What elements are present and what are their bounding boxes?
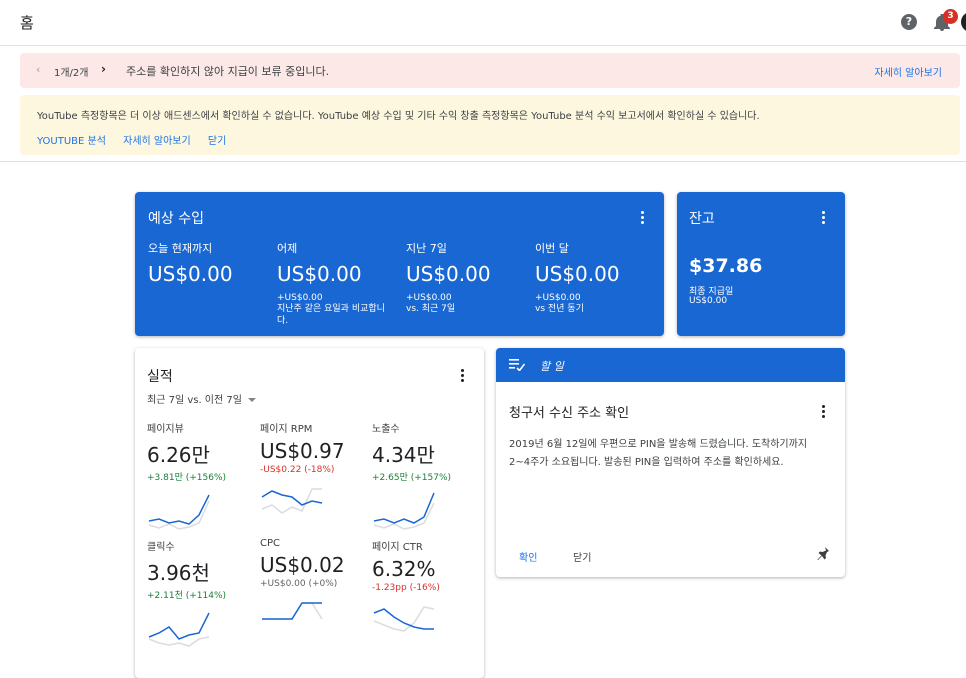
estimated-earnings-card: 예상 수입 오늘 현재까지 US$0.00 어제 US$0.00 +US$0.0… bbox=[135, 192, 664, 336]
youtube-learn-more-link[interactable]: 자세히 알아보기 bbox=[123, 136, 191, 147]
performance-more-icon[interactable] bbox=[461, 369, 465, 383]
todo-close-button[interactable]: 닫기 bbox=[573, 549, 591, 564]
youtube-alert-message: YouTube 측정항목은 더 이상 애드센스에서 확인하실 수 없습니다. Y… bbox=[37, 111, 760, 122]
pageviews-sparkline bbox=[148, 494, 210, 530]
todo-card: 할 일 청구서 수신 주소 확인 2019년 6월 12일에 우편으로 PIN을… bbox=[496, 348, 845, 577]
youtube-analytics-link[interactable]: YOUTUBE 분석 bbox=[37, 136, 106, 147]
metric-impressions[interactable]: 노출수 4.34만 +2.65만 (+157%) bbox=[372, 420, 482, 531]
next-alert-icon[interactable]: › bbox=[101, 62, 106, 76]
page-rpm-sparkline bbox=[261, 488, 323, 514]
metric-change: +3.81만 (+156%) bbox=[147, 473, 227, 483]
youtube-alert: YouTube 측정항목은 더 이상 애드센스에서 확인하실 수 없습니다. Y… bbox=[20, 95, 960, 155]
notification-badge: 3 bbox=[943, 9, 958, 24]
todo-more-icon[interactable] bbox=[822, 405, 826, 419]
earnings-7days-change: +US$0.00 bbox=[406, 293, 452, 303]
earnings-yesterday-note: 지난주 같은 요일과 비교합니다. bbox=[277, 304, 385, 326]
metric-change: -1.23pp (-16%) bbox=[372, 583, 440, 593]
earnings-month-amount: US$0.00 bbox=[535, 262, 620, 286]
earnings-month: 이번 달 US$0.00 +US$0.00 vs 전년 동기 bbox=[535, 240, 660, 315]
metric-pageviews[interactable]: 페이지뷰 6.26만 +3.81만 (+156%) bbox=[147, 420, 257, 531]
earnings-yesterday: 어제 US$0.00 +US$0.00 지난주 같은 요일과 비교합니다. bbox=[277, 240, 402, 327]
metric-value: 3.96천 bbox=[147, 561, 210, 585]
metric-value: 6.32% bbox=[372, 557, 436, 581]
metric-change: +US$0.00 (+0%) bbox=[260, 579, 338, 589]
metric-change: -US$0.22 (-18%) bbox=[260, 465, 335, 475]
earnings-7days-amount: US$0.00 bbox=[406, 262, 491, 286]
metric-label: 클릭수 bbox=[147, 542, 175, 553]
earnings-7days-label: 지난 7일 bbox=[406, 242, 447, 255]
metric-value: US$0.97 bbox=[260, 439, 345, 463]
todo-title: 청구서 수신 주소 확인 bbox=[509, 406, 630, 421]
metric-label: 페이지 CTR bbox=[372, 542, 423, 553]
balance-card: 잔고 $37.86 최종 지급일 US$0.00 bbox=[677, 192, 845, 336]
top-bar: 홈 ? 3 bbox=[0, 0, 966, 46]
page-ctr-sparkline bbox=[373, 606, 435, 632]
earnings-today-label: 오늘 현재까지 bbox=[148, 242, 213, 255]
todo-header-label: 할 일 bbox=[540, 360, 564, 373]
checklist-icon bbox=[509, 359, 525, 371]
estimated-more-icon[interactable] bbox=[641, 211, 645, 225]
metric-value: 4.34만 bbox=[372, 443, 435, 467]
page-title: 홈 bbox=[20, 14, 34, 32]
prev-alert-icon[interactable]: ‹ bbox=[36, 63, 40, 76]
youtube-alert-links: YOUTUBE 분석 자세히 알아보기 닫기 bbox=[37, 132, 240, 147]
earnings-yesterday-change: +US$0.00 bbox=[277, 293, 323, 303]
balance-more-icon[interactable] bbox=[822, 211, 826, 225]
metric-label: 페이지뷰 bbox=[147, 424, 184, 435]
earnings-7days: 지난 7일 US$0.00 +US$0.00 vs. 최근 7일 bbox=[406, 240, 531, 315]
balance-title: 잔고 bbox=[689, 211, 715, 227]
divider bbox=[0, 161, 966, 162]
metric-value: US$0.02 bbox=[260, 553, 345, 577]
clicks-sparkline bbox=[148, 612, 210, 647]
earnings-yesterday-amount: US$0.00 bbox=[277, 262, 362, 286]
last-paid-amount: US$0.00 bbox=[689, 296, 728, 306]
hold-alert-message: 주소를 확인하지 않아 지급이 보류 중입니다. bbox=[126, 65, 330, 78]
help-icon[interactable]: ? bbox=[901, 14, 917, 30]
metric-page-ctr[interactable]: 페이지 CTR 6.32% -1.23pp (-16%) bbox=[372, 538, 482, 641]
todo-body: 2019년 6월 12일에 우편으로 PIN을 발송해 드렸습니다. 도착하기까… bbox=[509, 439, 808, 468]
earnings-7days-note: vs. 최근 7일 bbox=[406, 304, 456, 314]
earnings-today-amount: US$0.00 bbox=[148, 262, 233, 286]
chevron-down-icon bbox=[247, 398, 256, 402]
performance-card: 실적 최근 7일 vs. 이전 7일 페이지뷰 6.26만 +3.81만 (+1… bbox=[135, 348, 484, 678]
hold-alert-learn-more[interactable]: 자세히 알아보기 bbox=[874, 64, 942, 79]
earnings-yesterday-label: 어제 bbox=[277, 242, 298, 255]
youtube-dismiss-link[interactable]: 닫기 bbox=[208, 136, 226, 147]
performance-title: 실적 bbox=[147, 369, 173, 385]
impressions-sparkline bbox=[373, 492, 435, 530]
date-range-select[interactable]: 최근 7일 vs. 이전 7일 bbox=[147, 391, 256, 406]
todo-confirm-button[interactable]: 확인 bbox=[519, 549, 537, 564]
avatar[interactable] bbox=[961, 12, 966, 32]
alert-pager: 1개/2개 bbox=[54, 68, 89, 79]
metric-label: 노출수 bbox=[372, 424, 400, 435]
pin-icon[interactable] bbox=[817, 547, 829, 561]
earnings-today: 오늘 현재까지 US$0.00 bbox=[148, 240, 273, 286]
balance-amount: $37.86 bbox=[689, 255, 763, 277]
earnings-month-label: 이번 달 bbox=[535, 242, 569, 255]
metric-label: CPC bbox=[260, 538, 280, 549]
metric-value: 6.26만 bbox=[147, 443, 210, 467]
metric-label: 페이지 RPM bbox=[260, 424, 313, 435]
cpc-sparkline bbox=[262, 602, 323, 620]
earnings-month-note: vs 전년 동기 bbox=[535, 304, 584, 314]
hold-alert: ‹ 1개/2개 › 주소를 확인하지 않아 지급이 보류 중입니다. 자세히 알… bbox=[20, 53, 960, 88]
estimated-earnings-title: 예상 수입 bbox=[148, 211, 204, 227]
metric-page-rpm[interactable]: 페이지 RPM US$0.97 -US$0.22 (-18%) bbox=[260, 420, 370, 523]
todo-header: 할 일 bbox=[496, 348, 845, 382]
metric-change: +2.65만 (+157%) bbox=[372, 473, 452, 483]
metric-clicks[interactable]: 클릭수 3.96천 +2.11천 (+114%) bbox=[147, 538, 257, 649]
earnings-month-change: +US$0.00 bbox=[535, 293, 581, 303]
date-range-label: 최근 7일 vs. 이전 7일 bbox=[147, 395, 242, 406]
metric-change: +2.11천 (+114%) bbox=[147, 591, 227, 601]
metric-cpc[interactable]: CPC US$0.02 +US$0.00 (+0%) bbox=[260, 538, 370, 637]
